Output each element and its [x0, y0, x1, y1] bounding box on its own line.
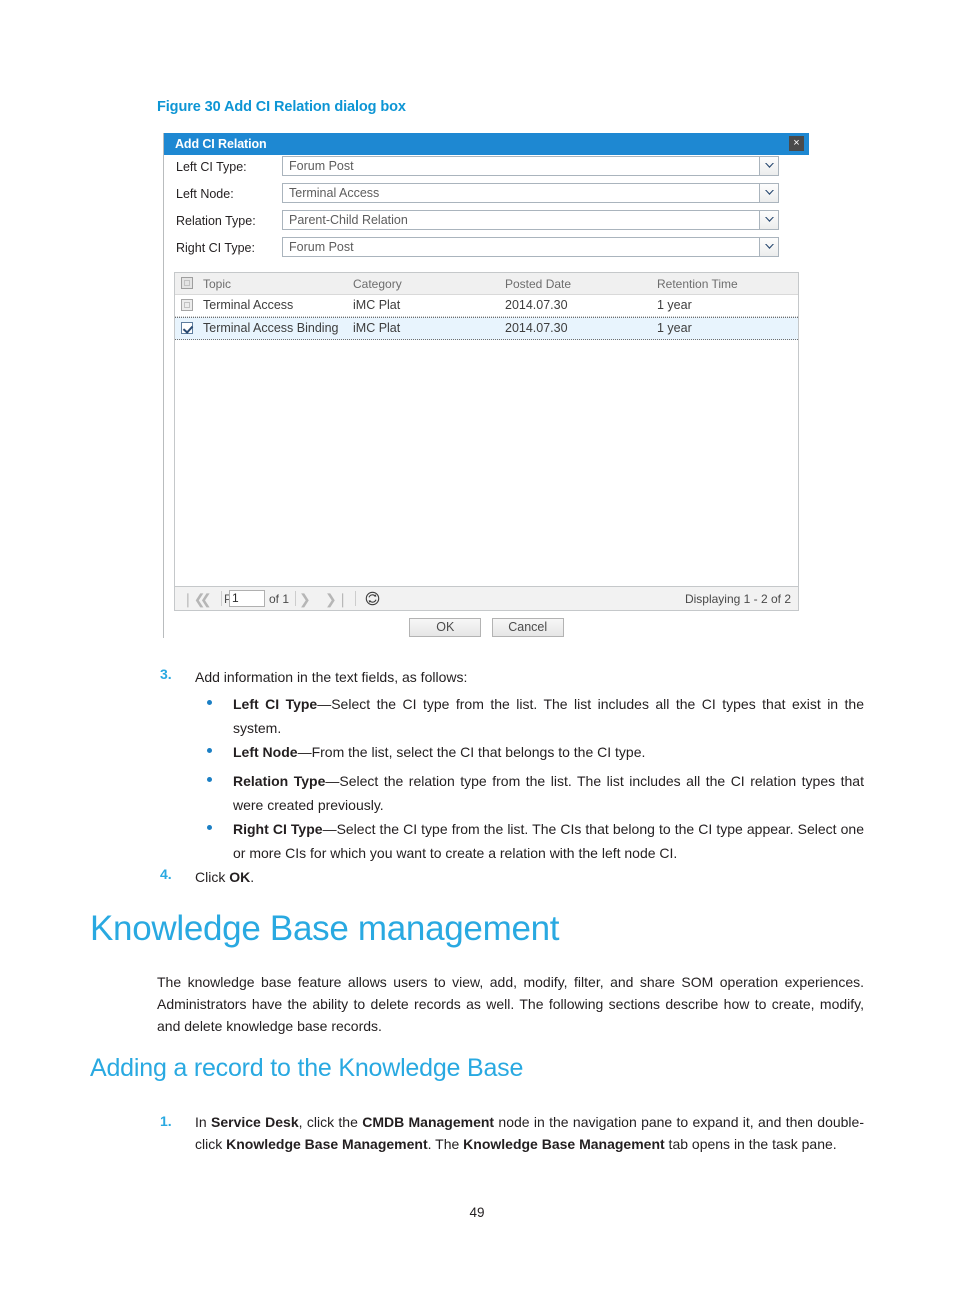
step-1-p5: tab opens in the task pane. — [664, 1136, 837, 1152]
bullet-item-left-node: Left Node—From the list, select the CI t… — [233, 740, 864, 764]
add-ci-relation-dialog: Add CI Relation × Left CI Type: Forum Po… — [163, 133, 809, 638]
cell-posted-date: 2014.07.30 — [505, 321, 568, 335]
chevron-down-icon[interactable] — [759, 211, 778, 229]
select-relation-type-value: Parent-Child Relation — [289, 213, 408, 227]
chevron-down-icon[interactable] — [759, 238, 778, 256]
bullet-term: Right CI Type — [233, 821, 323, 837]
grid-pager: ❘❮ ❮ Page 1 of 1 ❯ ❯❘ Displaying 1 - 2 o… — [174, 587, 799, 611]
step-1-p1: In — [195, 1114, 212, 1130]
step-1-p4: . The — [427, 1136, 464, 1152]
bullet-body: —Select the relation type from the list.… — [233, 773, 864, 813]
cell-topic: Terminal Access — [203, 298, 294, 312]
page-number-input[interactable]: 1 — [229, 590, 265, 607]
refresh-icon[interactable] — [365, 591, 380, 606]
pager-divider — [221, 591, 222, 606]
column-header-retention-time[interactable]: Retention Time — [657, 277, 738, 291]
step-4-text: Click OK. — [195, 865, 865, 889]
pager-divider — [295, 591, 296, 606]
paragraph-knowledge-base-intro: The knowledge base feature allows users … — [157, 974, 864, 1034]
cell-posted-date: 2014.07.30 — [505, 298, 568, 312]
chevron-down-icon[interactable] — [759, 184, 778, 202]
label-right-ci-type: Right CI Type: — [176, 241, 255, 255]
chevron-down-icon[interactable] — [759, 157, 778, 175]
next-page-icon[interactable]: ❯ — [299, 591, 311, 607]
row-checkbox[interactable] — [181, 322, 193, 334]
select-relation-type[interactable]: Parent-Child Relation — [282, 210, 779, 230]
step-4-number: 4. — [160, 866, 172, 882]
figure-caption: Figure 30 Add CI Relation dialog box — [157, 99, 406, 115]
step-1-p2: , click the — [298, 1114, 363, 1130]
step-1-text: In Service Desk, click the CMDB Manageme… — [195, 1111, 864, 1155]
field-row-left-ci-type: Left CI Type: Forum Post — [164, 155, 809, 182]
select-left-node-value: Terminal Access — [289, 186, 380, 200]
bullet-marker — [207, 825, 212, 830]
bullet-term: Relation Type — [233, 773, 326, 789]
step-1-b3: Knowledge Base Management — [226, 1136, 428, 1152]
page-number: 49 — [469, 1205, 485, 1220]
step-4-suffix: . — [250, 869, 255, 885]
subsection-heading-adding-a-record: Adding a record to the Knowledge Base — [90, 1054, 524, 1082]
bullet-marker — [207, 748, 212, 753]
step-4-prefix: Click — [195, 869, 230, 885]
bullet-term: Left Node — [233, 744, 298, 760]
close-icon[interactable]: × — [789, 136, 804, 151]
label-left-node: Left Node: — [176, 187, 234, 201]
dialog-button-bar: OK Cancel — [164, 618, 809, 637]
pager-display-count: Displaying 1 - 2 of 2 — [684, 592, 791, 606]
step-4-bold: OK — [229, 869, 251, 885]
bullet-marker — [207, 777, 212, 782]
step-3-text: Add information in the text fields, as f… — [195, 669, 468, 685]
cell-category: iMC Plat — [353, 298, 401, 312]
cell-retention-time: 1 year — [657, 321, 692, 335]
field-row-relation-type: Relation Type: Parent-Child Relation — [164, 209, 809, 236]
field-row-left-node: Left Node: Terminal Access — [164, 182, 809, 209]
last-page-icon[interactable]: ❯❘ — [325, 591, 348, 607]
bullet-item-left-ci-type: Left CI Type—Select the CI type from the… — [233, 692, 864, 740]
field-row-right-ci-type: Right CI Type: Forum Post — [164, 236, 809, 263]
row-checkbox[interactable] — [181, 299, 193, 311]
bullet-marker — [207, 700, 212, 705]
ok-button[interactable]: OK — [409, 618, 482, 637]
bullet-body: —Select the CI type from the list. The l… — [233, 696, 865, 736]
cancel-button[interactable]: Cancel — [491, 618, 564, 637]
select-left-ci-type-value: Forum Post — [289, 159, 354, 173]
select-right-ci-type-value: Forum Post — [289, 240, 354, 254]
select-left-ci-type[interactable]: Forum Post — [282, 156, 779, 176]
cell-topic: Terminal Access Binding — [203, 321, 339, 335]
column-header-topic[interactable]: Topic — [203, 277, 231, 291]
step-3-number: 3. — [160, 666, 172, 682]
step-1-b2: CMDB Management — [362, 1114, 495, 1130]
grid-header-row: Topic Category Posted Date Retention Tim… — [175, 273, 798, 295]
previous-page-icon[interactable]: ❮ — [200, 591, 212, 607]
column-header-posted-date[interactable]: Posted Date — [505, 277, 571, 291]
step-1-b4: Knowledge Base Management — [463, 1136, 665, 1152]
table-row[interactable]: Terminal Access iMC Plat 2014.07.30 1 ye… — [175, 295, 798, 317]
page-total-label: of 1 — [269, 592, 290, 606]
bullet-body: —Select the CI type from the list. The C… — [233, 821, 864, 861]
column-header-category[interactable]: Category — [353, 277, 402, 291]
bullet-term: Left CI Type — [233, 696, 318, 712]
ci-grid: Topic Category Posted Date Retention Tim… — [174, 272, 799, 587]
select-all-checkbox[interactable] — [181, 277, 193, 289]
bullet-item-right-ci-type: Right CI Type—Select the CI type from th… — [233, 817, 864, 865]
table-row[interactable]: Terminal Access Binding iMC Plat 2014.07… — [175, 317, 798, 340]
dialog-form: Left CI Type: Forum Post Left Node: Term… — [164, 155, 809, 263]
label-relation-type: Relation Type: — [176, 214, 256, 228]
label-left-ci-type: Left CI Type: — [176, 160, 247, 174]
dialog-title: Add CI Relation — [175, 137, 267, 151]
cell-category: iMC Plat — [353, 321, 401, 335]
step-1-number: 1. — [160, 1113, 172, 1129]
cell-retention-time: 1 year — [657, 298, 692, 312]
bullet-body: —From the list, select the CI that belon… — [297, 744, 646, 760]
pager-divider — [355, 591, 356, 606]
dialog-titlebar: Add CI Relation × — [164, 133, 809, 155]
section-heading-knowledge-base-management: Knowledge Base management — [90, 909, 560, 948]
select-right-ci-type[interactable]: Forum Post — [282, 237, 779, 257]
bullet-item-relation-type: Relation Type—Select the relation type f… — [233, 769, 864, 817]
select-left-node[interactable]: Terminal Access — [282, 183, 779, 203]
step-1-b1: Service Desk — [211, 1114, 299, 1130]
